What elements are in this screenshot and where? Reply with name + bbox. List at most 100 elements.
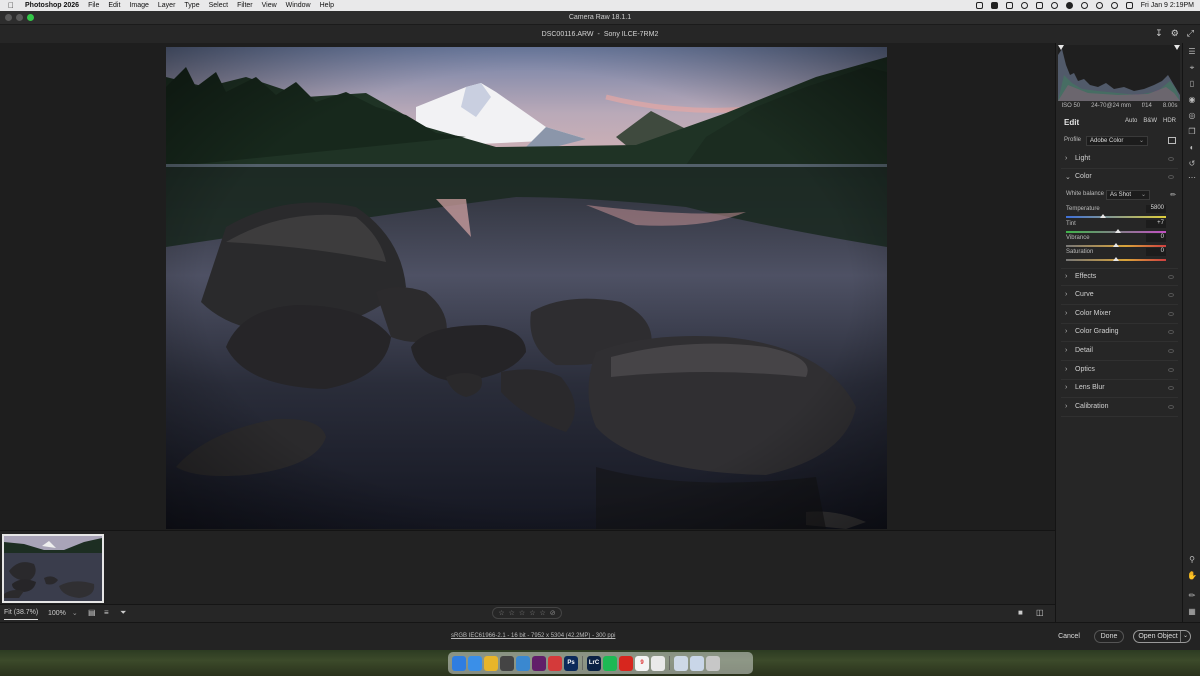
filter-icon[interactable]: ⏷ [120, 609, 129, 617]
time-machine-icon[interactable] [1110, 2, 1118, 9]
focus-moon-icon[interactable] [1065, 2, 1073, 9]
chevron-down-icon[interactable]: ⌄ [1180, 631, 1190, 642]
visibility-eye-icon[interactable] [1168, 386, 1174, 390]
visibility-eye-icon[interactable] [1168, 330, 1174, 334]
temperature-track[interactable] [1066, 216, 1166, 218]
calendar-icon[interactable]: 9 [635, 655, 649, 671]
mail-icon[interactable] [468, 655, 482, 671]
menu-layer[interactable]: Layer [158, 2, 176, 9]
settings-gear-icon[interactable]: ⚙ [1171, 28, 1179, 39]
open-object-button[interactable]: Open Object ⌄ [1133, 630, 1191, 643]
bw-button[interactable]: B&W [1143, 118, 1157, 124]
menu-edit[interactable]: Edit [108, 2, 120, 9]
minimize-window-icon[interactable] [16, 14, 23, 21]
wifi-icon[interactable] [1080, 2, 1088, 9]
section-color-grading[interactable]: › Color Grading [1061, 324, 1178, 342]
saturation-value[interactable]: 0 [1146, 248, 1166, 256]
tint-slider[interactable]: Tint +7 [1066, 220, 1166, 235]
section-lens-blur[interactable]: › Lens Blur [1061, 380, 1178, 398]
screen-record-icon[interactable] [975, 2, 983, 9]
section-curve[interactable]: › Curve [1061, 287, 1178, 305]
menu-help[interactable]: Help [320, 2, 334, 9]
control-center-icon[interactable] [1125, 2, 1133, 9]
delete-flag-icon[interactable]: ⊘ [550, 609, 556, 617]
slack-icon[interactable] [532, 655, 546, 671]
visibility-eye-icon[interactable] [1168, 293, 1174, 297]
tint-value[interactable]: +7 [1146, 220, 1166, 228]
sort-icon[interactable]: ≡ [104, 609, 113, 617]
zoom-percent-select[interactable]: 100% ⌄ [48, 609, 78, 617]
section-optics[interactable]: › Optics [1061, 362, 1178, 380]
remove-eraser-icon[interactable]: ▯ [1187, 79, 1197, 88]
presets-icon[interactable]: ◐ [1187, 143, 1197, 152]
zoom-fit-button[interactable]: Fit (38.7%) [4, 609, 39, 620]
visibility-eye-icon[interactable] [1168, 405, 1174, 409]
tint-handle[interactable] [1115, 229, 1121, 233]
spotify-icon[interactable] [603, 655, 617, 671]
auto-button[interactable]: Auto [1125, 118, 1137, 124]
star-icon[interactable]: ☆ [529, 609, 535, 617]
acrobat-icon[interactable] [619, 655, 633, 671]
history-icon[interactable]: ↺ [1187, 159, 1197, 168]
app-icon[interactable] [500, 655, 514, 671]
finder-window-icon[interactable] [674, 655, 688, 671]
visibility-eye-icon[interactable] [1168, 175, 1174, 179]
white-balance-select[interactable]: As Shot ⌄ [1106, 190, 1150, 200]
creative-cloud-icon[interactable] [1020, 2, 1028, 9]
menu-app-name[interactable]: Photoshop 2026 [25, 2, 79, 9]
before-after-icon[interactable]: ◫ [1036, 609, 1045, 617]
finder-icon[interactable] [452, 655, 466, 671]
menu-window[interactable]: Window [286, 2, 311, 9]
workflow-options-link[interactable]: sRGB IEC61966-2.1 - 16 bit - 7952 x 5304… [451, 633, 615, 639]
vibrance-value[interactable]: 0 [1146, 234, 1166, 242]
downloads-icon[interactable] [690, 655, 704, 671]
menu-clock[interactable]: Fri Jan 9 2:19PM [1141, 2, 1194, 9]
menu-view[interactable]: View [262, 2, 277, 9]
section-color[interactable]: ⌄ Color [1061, 169, 1178, 187]
menu-type[interactable]: Type [184, 2, 199, 9]
notes-icon[interactable] [651, 655, 665, 671]
temperature-slider[interactable]: Temperature 5800 [1066, 205, 1166, 220]
single-view-icon[interactable]: ■ [1018, 609, 1027, 617]
lightroom-classic-icon[interactable]: LrC [587, 655, 601, 671]
chrome-icon[interactable] [484, 655, 498, 671]
menu-image[interactable]: Image [129, 2, 148, 9]
visibility-eye-icon[interactable] [1168, 157, 1174, 161]
snapshots-icon[interactable]: ❒ [1187, 127, 1197, 136]
masking-icon[interactable]: ◉ [1187, 95, 1197, 104]
temperature-handle[interactable] [1100, 214, 1106, 218]
star-icon[interactable]: ☆ [519, 609, 525, 617]
zoom-window-icon[interactable] [27, 14, 34, 21]
photoshop-icon[interactable]: Ps [564, 655, 578, 671]
more-options-icon[interactable]: ⋯ [1187, 173, 1197, 182]
visibility-eye-icon[interactable] [1168, 312, 1174, 316]
done-button[interactable]: Done [1094, 630, 1124, 643]
section-detail[interactable]: › Detail [1061, 343, 1178, 361]
app-icon-3[interactable] [548, 655, 562, 671]
saturation-slider[interactable]: Saturation 0 [1066, 248, 1166, 263]
hand-tool-icon[interactable]: ✋ [1187, 571, 1197, 580]
save-icon[interactable]: ↧ [1155, 28, 1163, 39]
profile-browser-icon[interactable] [1168, 137, 1176, 144]
section-effects[interactable]: › Effects [1061, 268, 1178, 286]
user-icon[interactable] [1095, 2, 1103, 9]
filmstrip-thumbnail[interactable] [2, 534, 104, 603]
edit-sliders-icon[interactable]: ☰ [1187, 47, 1197, 56]
filmstrip-toggle-icon[interactable]: ▤ [88, 609, 97, 617]
saturation-handle[interactable] [1113, 257, 1119, 261]
grid-overlay-icon[interactable]: ▦ [1187, 607, 1197, 616]
visibility-eye-icon[interactable] [1168, 275, 1174, 279]
star-icon[interactable]: ☆ [509, 609, 515, 617]
section-color-mixer[interactable]: › Color Mixer [1061, 306, 1178, 324]
eyedropper-icon[interactable]: ✏ [1170, 191, 1176, 199]
vibrance-handle[interactable] [1113, 243, 1119, 247]
temperature-value[interactable]: 5800 [1146, 205, 1166, 213]
visibility-eye-icon[interactable] [1168, 368, 1174, 372]
main-photo-preview[interactable] [166, 47, 887, 529]
dropbox-icon[interactable] [1035, 2, 1043, 9]
bluetooth-icon[interactable] [1050, 2, 1058, 9]
red-eye-icon[interactable]: ◎ [1187, 111, 1197, 120]
profile-select[interactable]: Adobe Color ⌄ [1086, 136, 1148, 146]
close-window-icon[interactable] [5, 14, 12, 21]
section-calibration[interactable]: › Calibration [1061, 399, 1178, 417]
